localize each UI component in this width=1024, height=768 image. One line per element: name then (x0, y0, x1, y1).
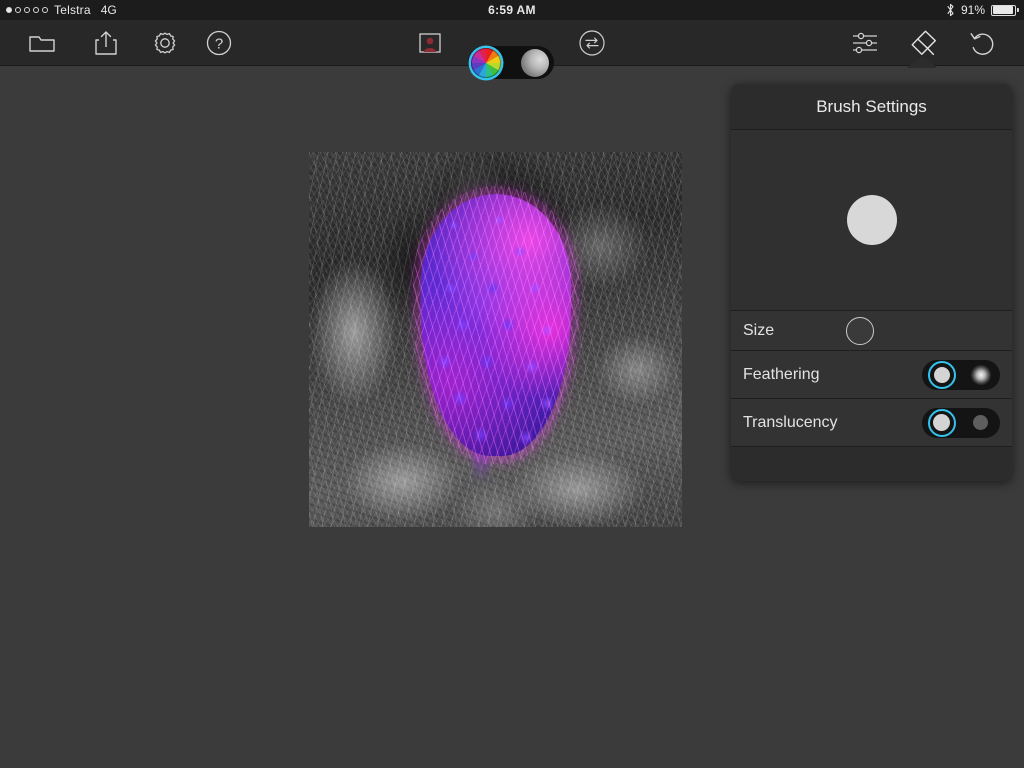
feathering-segmented-control[interactable] (922, 359, 1000, 390)
photo-canvas[interactable] (309, 152, 682, 527)
folder-icon[interactable]: Open (22, 20, 62, 65)
battery-percent-label: 91% (960, 3, 985, 17)
translucency-opaque-option[interactable] (927, 408, 957, 438)
status-bar-right: 91% (946, 3, 1019, 17)
flower-bristles (413, 186, 579, 464)
swap-icon[interactable]: Swap (574, 20, 610, 65)
brush-preview-area (731, 130, 1012, 311)
feathering-label: Feathering (743, 365, 820, 383)
size-label: Size (743, 321, 775, 339)
status-bar: Telstra 4G 6:59 AM 91% (0, 0, 1024, 20)
size-slider-track[interactable] (831, 311, 1002, 350)
help-icon[interactable]: ? Help (198, 20, 240, 65)
clock-label: 6:59 AM (488, 3, 536, 17)
popover-pointer-arrow (907, 56, 937, 68)
popover-title: Brush Settings (731, 84, 1012, 130)
hard-edge-icon (933, 366, 950, 383)
opaque-icon (933, 414, 950, 431)
translucency-row: Translucency (731, 399, 1012, 447)
translucent-icon (973, 415, 988, 430)
size-row[interactable]: Size (731, 311, 1012, 351)
feathering-row: Feathering (731, 351, 1012, 399)
color-wheel-icon[interactable]: Color (471, 48, 501, 78)
translucency-segmented-control[interactable] (922, 407, 1000, 438)
brush-preview (846, 195, 897, 245)
portrait-mask-icon[interactable]: Mask (412, 20, 448, 65)
battery-icon (991, 4, 1019, 16)
share-icon[interactable]: Share (86, 20, 126, 65)
popover-footer (731, 447, 1012, 481)
soft-edge-icon (970, 364, 991, 385)
adjustments-icon[interactable]: Adjustments (845, 20, 885, 65)
feathering-soft-option[interactable] (966, 360, 996, 390)
undo-icon[interactable]: Undo (962, 20, 1002, 65)
translucency-translucent-option[interactable] (966, 408, 996, 438)
translucency-label: Translucency (743, 413, 838, 431)
main-toolbar: Open Share Settings ? Help (0, 20, 1024, 79)
size-slider-handle[interactable] (846, 316, 874, 345)
brush-settings-popover: Brush Settings Size Feathering Transluce… (731, 84, 1012, 481)
purple-flower-spike (413, 186, 579, 464)
grayscale-ball-icon[interactable]: Grayscale (521, 49, 549, 77)
bluetooth-icon (947, 3, 954, 17)
svg-text:?: ? (215, 35, 223, 52)
gear-icon[interactable]: Settings (142, 20, 188, 65)
app-root: Telstra 4G 6:59 AM 91% Open (0, 0, 1024, 768)
feathering-hard-option[interactable] (927, 360, 957, 390)
